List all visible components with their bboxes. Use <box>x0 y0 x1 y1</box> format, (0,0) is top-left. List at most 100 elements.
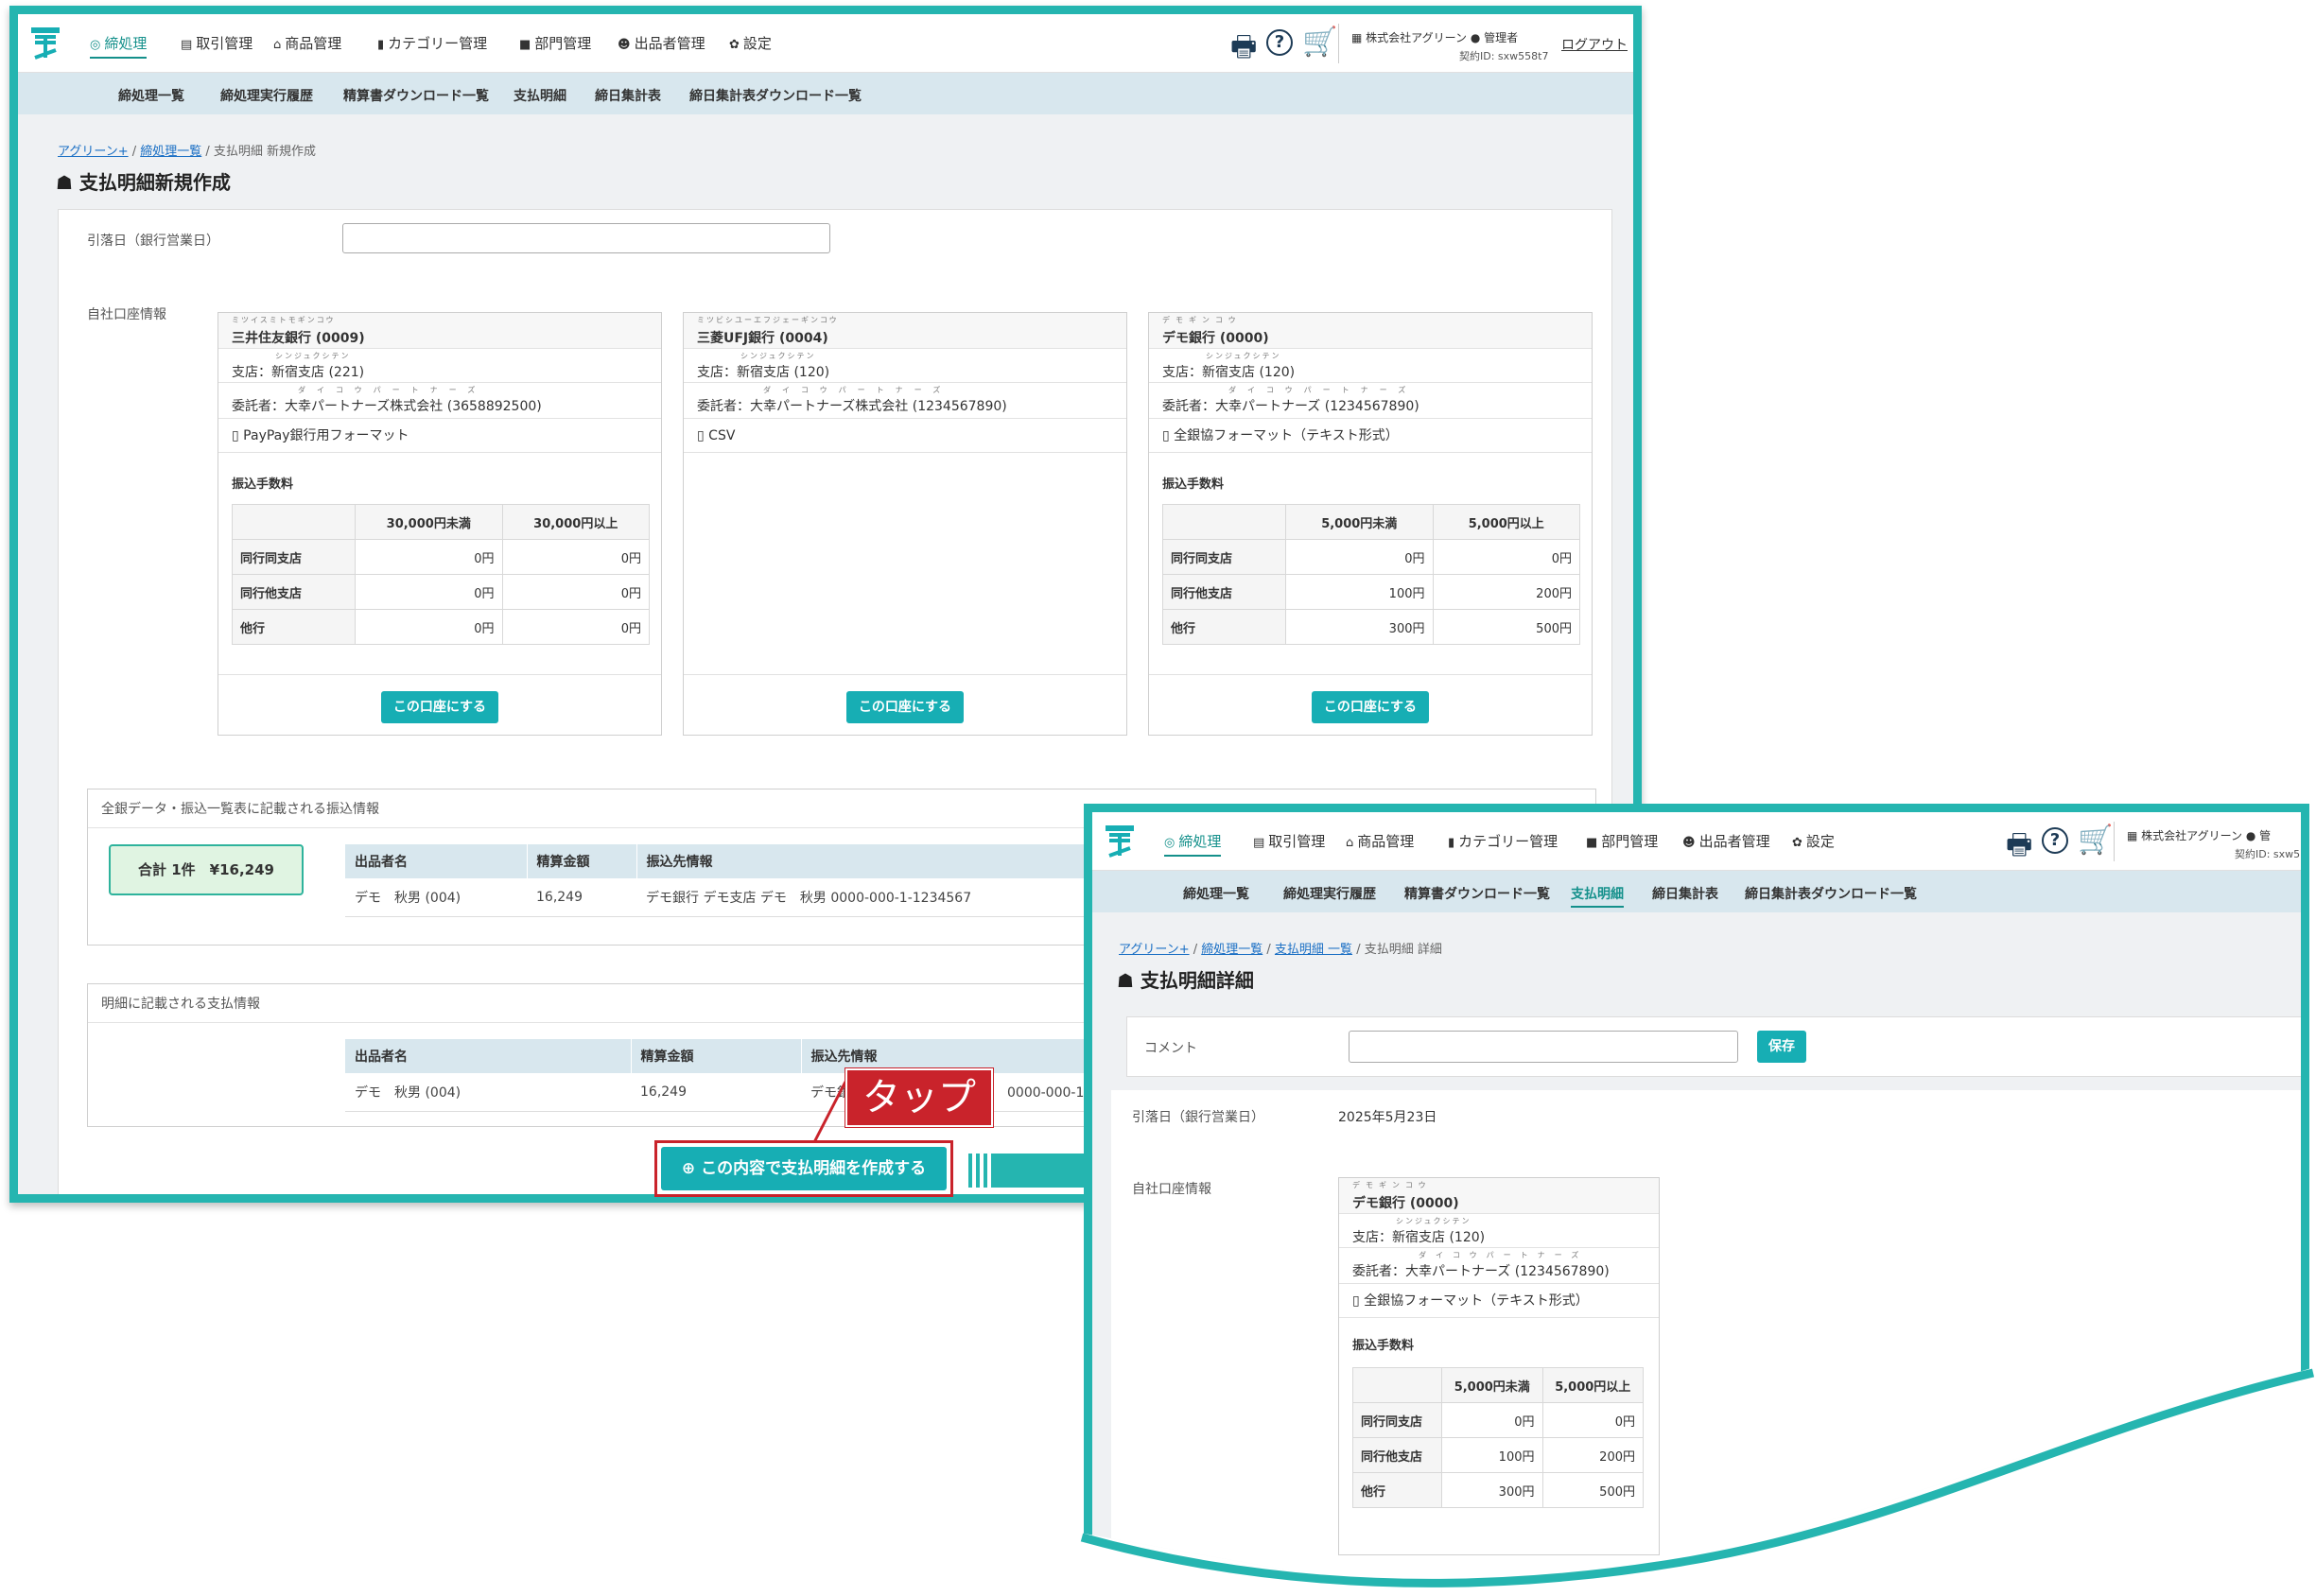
nav-shime[interactable]: ◎ 締処理 <box>1164 831 1222 857</box>
nav-category[interactable]: ▮ カテゴリー管理 <box>1448 831 1558 851</box>
breadcrumb-current: 支払明細 新規作成 <box>213 145 317 159</box>
nav-bumon[interactable]: ■ 部門管理 <box>519 33 591 53</box>
withdraw-label: 引落日（銀行営業日） <box>87 234 219 249</box>
nav-shohin[interactable]: ⌂ 商品管理 <box>273 33 341 53</box>
subnav-history[interactable]: 締処理実行履歴 <box>1283 884 1376 903</box>
receipt-icon: ▤ <box>181 38 193 52</box>
breadcrumb-home[interactable]: アグリーン+ <box>58 145 129 159</box>
cart-icon[interactable]: 🛒 <box>1302 26 1337 59</box>
card-format-row: ▯ 全銀協フォーマット（テキスト形式） <box>1149 419 1592 453</box>
shop-icon: ⌂ <box>273 38 282 52</box>
subnav-shime-list[interactable]: 締処理一覧 <box>118 86 184 105</box>
check-circle-icon: ◎ <box>90 38 101 52</box>
fee-row: 同行他支店 100円 200円 <box>1162 574 1580 610</box>
document-icon: ▯ <box>1352 1293 1360 1309</box>
submit-highlight: ⊕ この内容で支払明細を作成する <box>654 1140 953 1197</box>
breadcrumb-statement-list[interactable]: 支払明細 一覧 <box>1275 943 1352 957</box>
fee-table: 5,000円未満 5,000円以上 同行同支店 0円 0円 同行他支店 100円 200円… <box>1352 1367 1644 1508</box>
subnav-shukei-dl[interactable]: 締日集計表ダウンロード一覧 <box>1745 884 1917 903</box>
breadcrumb-home[interactable]: アグリーン+ <box>1119 943 1190 957</box>
logo-icon[interactable] <box>1104 822 1136 859</box>
withdraw-value: 2025年5月23日 <box>1338 1110 1437 1125</box>
card-branch-row: シンジュクシテン 支店：新宿支店 (120) <box>1339 1214 1659 1248</box>
document-icon: ▯ <box>697 428 705 443</box>
cart-icon[interactable]: 🛒 <box>2078 824 2113 857</box>
page-title: ☗ 支払明細詳細 <box>1117 969 1254 992</box>
printer-icon[interactable]: 🖶 <box>1230 26 1257 74</box>
piggy-bank-icon: ☗ <box>56 171 73 194</box>
nav-torihiki[interactable]: ▤ 取引管理 <box>1253 831 1325 851</box>
comment-panel: コメント 保存 <box>1126 1016 2301 1077</box>
bookmark-icon: ▮ <box>1448 836 1455 850</box>
fee-table: 5,000円未満 5,000円以上 同行同支店 0円 0円 同行他支店 100円 200円… <box>1162 504 1580 645</box>
logo-icon[interactable] <box>29 24 61 61</box>
select-account-button[interactable]: この口座にする <box>846 691 964 723</box>
gear-icon: ✿ <box>729 38 740 52</box>
account-card-mufg: ミツビシユーエフジェーギンコウ 三菱UFJ銀行 (0004) シンジュクシテン … <box>683 312 1127 736</box>
subnav-seisansho[interactable]: 精算書ダウンロード一覧 <box>1404 884 1550 903</box>
subnav-shukei-dl[interactable]: 締日集計表ダウンロード一覧 <box>689 86 862 105</box>
nav-settei[interactable]: ✿ 設定 <box>1792 831 1835 851</box>
nav-category[interactable]: ▮ カテゴリー管理 <box>377 33 487 53</box>
users-icon: ☻ <box>1682 836 1696 850</box>
document-icon: ▯ <box>1162 428 1170 443</box>
breadcrumb-shime-list[interactable]: 締処理一覧 <box>1201 943 1262 957</box>
logout-link[interactable]: ログアウト <box>1561 35 1628 54</box>
users-icon: ☻ <box>618 38 631 52</box>
fee-row: 同行他支店 100円 200円 <box>1352 1437 1644 1473</box>
select-account-button[interactable]: この口座にする <box>1312 691 1429 723</box>
select-account-button[interactable]: この口座にする <box>381 691 498 723</box>
card-bank-row: ミツイスミトモギンコウ 三井住友銀行 (0009) <box>218 313 661 349</box>
account-card-demo: デモギンコウ デモ銀行 (0000) シンジュクシテン 支店：新宿支店 (120… <box>1148 312 1593 736</box>
account-label: 自社口座情報 <box>87 307 166 322</box>
breadcrumb-current: 支払明細 詳細 <box>1364 943 1442 957</box>
card-format-row: ▯ PayPay銀行用フォーマット <box>218 419 661 453</box>
create-statement-button[interactable]: ⊕ この内容で支払明細を作成する <box>661 1147 947 1190</box>
bookmark-icon: ▮ <box>377 38 385 52</box>
detail-window: ◎ 締処理 ▤ 取引管理 ⌂ 商品管理 ▮ カテゴリー管理 ■ 部門管理 ☻ 出品者管理 ✿… <box>1084 804 2309 1588</box>
comment-input[interactable] <box>1349 1031 1738 1063</box>
nav-shohin[interactable]: ⌂ 商品管理 <box>1346 831 1414 851</box>
fee-row: 他行 300円 500円 <box>1352 1472 1644 1508</box>
building-icon: ▦ <box>1351 31 1363 44</box>
nav-bumon[interactable]: ■ 部門管理 <box>1586 831 1658 851</box>
nav-settei[interactable]: ✿ 設定 <box>729 33 772 53</box>
help-icon[interactable]: ? <box>1266 29 1293 56</box>
divider <box>2114 822 2115 861</box>
fee-title: 振込手数料 <box>1352 1339 1415 1353</box>
breadcrumb: アグリーン+ / 締処理一覧 / 支払明細 一覧 / 支払明細 詳細 <box>1119 943 1442 957</box>
save-button[interactable]: 保存 <box>1757 1031 1806 1063</box>
help-icon[interactable]: ? <box>2042 827 2068 854</box>
subnav-history[interactable]: 締処理実行履歴 <box>220 86 313 105</box>
fee-row: 同行他支店 0円 0円 <box>232 574 650 610</box>
nav-shuppinsha[interactable]: ☻ 出品者管理 <box>618 33 705 53</box>
person-icon: ● <box>1470 31 1481 44</box>
card-branch-row: シンジュクシテン 支店：新宿支店 (120) <box>684 349 1126 383</box>
page-title: ☗ 支払明細新規作成 <box>56 171 231 194</box>
breadcrumb-shime-list[interactable]: 締処理一覧 <box>140 145 201 159</box>
subnav-shukei[interactable]: 締日集計表 <box>595 86 661 105</box>
subnav-shiharai[interactable]: 支払明細 <box>514 86 566 105</box>
folder-icon: ■ <box>519 38 531 52</box>
nav-shime[interactable]: ◎ 締処理 <box>90 33 148 59</box>
subnav-seisansho[interactable]: 精算書ダウンロード一覧 <box>343 86 489 105</box>
nav-torihiki[interactable]: ▤ 取引管理 <box>181 33 252 53</box>
top-navbar: ◎ 締処理 ▤ 取引管理 ⌂ 商品管理 ▮ カテゴリー管理 ■ 部門管理 ☻ 出品者管理 ✿… <box>1092 812 2301 871</box>
comment-label: コメント <box>1144 1041 1197 1056</box>
fee-row: 同行同支店 0円 0円 <box>1352 1402 1644 1438</box>
main-content: アグリーン+ / 締処理一覧 / 支払明細 一覧 / 支払明細 詳細 ☗ 支払明… <box>1092 912 2301 1588</box>
company-info: ▦ 株式会社アグリーン ● 管 <box>2127 829 2272 842</box>
subnav-shime-list[interactable]: 締処理一覧 <box>1183 884 1249 903</box>
gear-icon: ✿ <box>1792 836 1802 850</box>
shop-icon: ⌂ <box>1346 836 1354 850</box>
breadcrumb: アグリーン+ / 締処理一覧 / 支払明細 新規作成 <box>58 145 317 159</box>
printer-icon[interactable]: 🖶 <box>2006 824 2032 872</box>
divider <box>1338 24 1339 63</box>
withdraw-date-input[interactable] <box>342 223 830 253</box>
card-owner-row: ダイコウパートナーズ 委託者：大幸パートナーズ株式会社 (3658892500) <box>218 383 661 419</box>
subnav-shukei[interactable]: 締日集計表 <box>1652 884 1718 903</box>
check-circle-icon: ◎ <box>1164 836 1175 850</box>
nav-shuppinsha[interactable]: ☻ 出品者管理 <box>1682 831 1770 851</box>
folder-icon: ■ <box>1586 836 1598 850</box>
subnav-shiharai[interactable]: 支払明細 <box>1571 884 1624 908</box>
